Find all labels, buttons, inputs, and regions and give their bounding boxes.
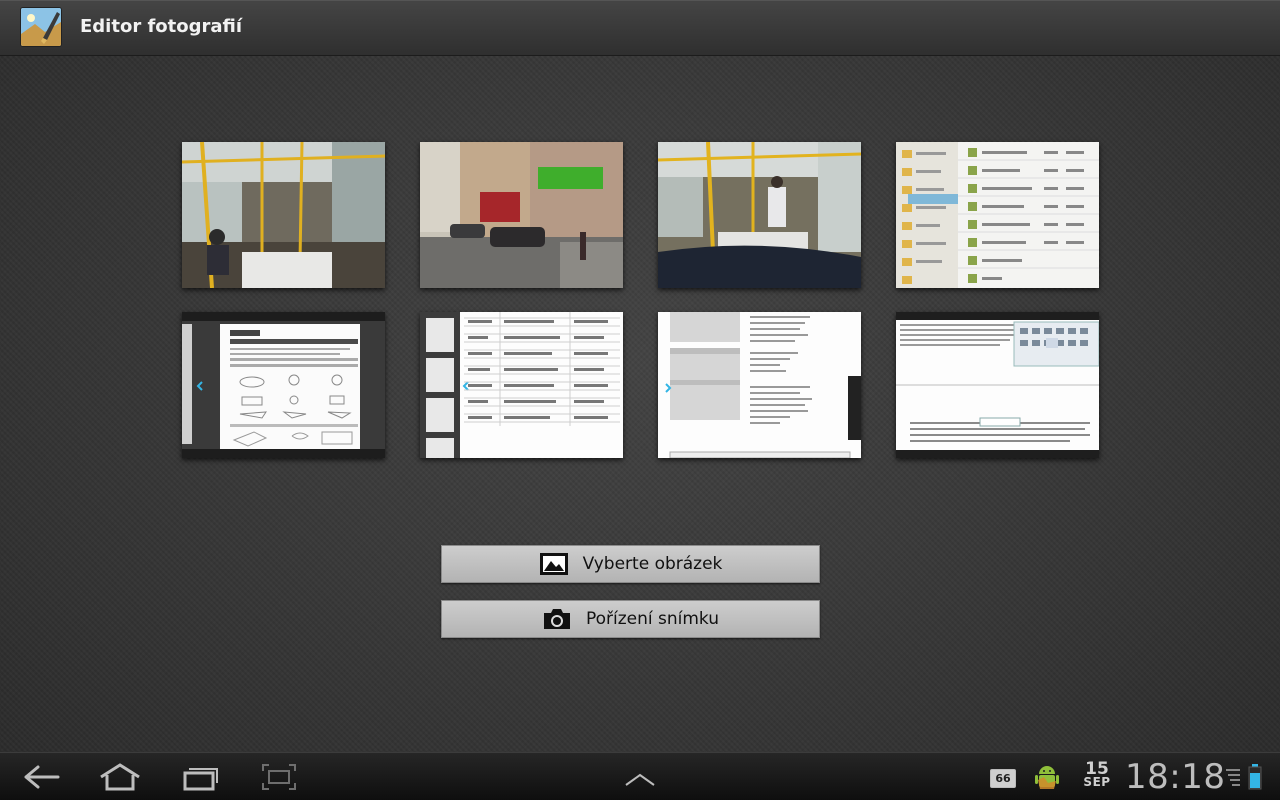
home-icon[interactable]: [97, 761, 143, 793]
date-month: SEP: [1083, 775, 1111, 789]
back-icon[interactable]: [22, 761, 62, 793]
select-image-button[interactable]: Vyberte obrázek: [441, 545, 820, 583]
camera-icon: [542, 607, 572, 631]
thumbnail-document-screenshot[interactable]: [182, 312, 385, 458]
thumbnail-text-editor-screenshot[interactable]: [896, 312, 1099, 458]
thumbnail-tram-interior-photo-2[interactable]: [658, 142, 861, 288]
date-indicator[interactable]: 15 SEP: [1082, 761, 1112, 789]
chevron-up-icon[interactable]: [622, 761, 658, 793]
photo-editor-icon[interactable]: [20, 7, 62, 47]
action-bar: Editor fotografií: [0, 0, 1280, 56]
app-title: Editor fotografií: [80, 16, 243, 37]
recent-apps-icon[interactable]: [181, 761, 221, 793]
clock-time[interactable]: 18:18: [1125, 757, 1225, 797]
select-image-label: Vyberte obrázek: [582, 554, 723, 574]
thumbnail-catalog-screenshot[interactable]: [658, 312, 861, 458]
capture-photo-button[interactable]: Pořízení snímku: [441, 600, 820, 638]
android-icon[interactable]: [1034, 763, 1060, 791]
battery-icon[interactable]: [1248, 763, 1262, 791]
picture-icon: [539, 552, 569, 576]
system-bar: 66 15 SEP 18:18: [0, 752, 1280, 800]
notification-count-badge[interactable]: 66: [990, 769, 1016, 788]
thumbnail-grid: [182, 142, 1100, 458]
thumbnail-table-screenshot[interactable]: [420, 312, 623, 458]
screenshot-icon[interactable]: [259, 761, 299, 793]
signal-icon[interactable]: [1226, 765, 1242, 789]
thumbnail-tram-interior-photo[interactable]: [182, 142, 385, 288]
thumbnail-street-photo[interactable]: [420, 142, 623, 288]
thumbnail-file-manager-screenshot[interactable]: [896, 142, 1099, 288]
capture-photo-label: Pořízení snímku: [585, 609, 720, 629]
